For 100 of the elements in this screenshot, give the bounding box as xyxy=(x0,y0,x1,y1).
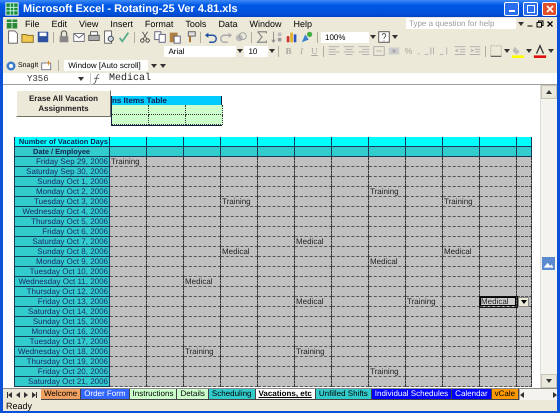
table-cell[interactable] xyxy=(221,177,258,187)
table-cell[interactable] xyxy=(184,327,221,337)
table-cell[interactable] xyxy=(443,187,480,197)
table-cell[interactable] xyxy=(406,217,443,227)
table-cell[interactable] xyxy=(406,187,443,197)
drawing-icon[interactable] xyxy=(300,30,314,44)
table-cell[interactable] xyxy=(406,357,443,367)
sheet-tab[interactable]: vCale xyxy=(492,389,520,400)
table-cell[interactable] xyxy=(295,227,332,237)
table-cell[interactable] xyxy=(258,157,295,167)
table-cell[interactable] xyxy=(110,247,147,257)
menu-item[interactable]: Edit xyxy=(46,18,72,28)
table-cell[interactable] xyxy=(110,297,147,307)
table-cell[interactable] xyxy=(443,337,480,347)
table-cell[interactable] xyxy=(258,327,295,337)
table-cell[interactable]: Training xyxy=(443,197,480,207)
table-cell[interactable] xyxy=(480,187,517,197)
table-cell[interactable] xyxy=(480,337,517,347)
font-field[interactable]: Arial xyxy=(164,46,236,56)
table-cell[interactable] xyxy=(406,377,443,387)
table-cell[interactable] xyxy=(369,207,406,217)
table-cell[interactable] xyxy=(517,167,532,177)
table-cell[interactable] xyxy=(443,287,480,297)
table-cell[interactable] xyxy=(295,377,332,387)
header-cell[interactable] xyxy=(221,147,258,157)
table-cell[interactable] xyxy=(480,247,517,257)
table-cell[interactable] xyxy=(295,327,332,337)
horizontal-scrollbar[interactable] xyxy=(519,389,557,400)
table-cell[interactable] xyxy=(184,357,221,367)
menu-item[interactable]: Tools xyxy=(180,18,212,28)
sheet-tab[interactable]: Order Form xyxy=(81,389,130,400)
table-cell[interactable] xyxy=(480,347,517,357)
table-cell[interactable] xyxy=(258,227,295,237)
table-cell[interactable] xyxy=(369,217,406,227)
table-cell[interactable] xyxy=(480,377,517,387)
table-cell[interactable] xyxy=(406,347,443,357)
table-cell[interactable] xyxy=(480,257,517,267)
table-cell[interactable] xyxy=(147,267,184,277)
header-cell[interactable] xyxy=(332,137,369,147)
previous-sheet-icon[interactable] xyxy=(16,392,20,398)
table-cell[interactable] xyxy=(110,367,147,377)
header-cell[interactable] xyxy=(406,137,443,147)
table-cell[interactable] xyxy=(110,307,147,317)
table-cell[interactable] xyxy=(443,317,480,327)
table-cell[interactable] xyxy=(221,347,258,357)
table-cell[interactable] xyxy=(258,307,295,317)
zoom-field[interactable]: 100% xyxy=(321,32,369,42)
table-cell[interactable] xyxy=(147,257,184,267)
table-cell[interactable] xyxy=(332,247,369,257)
table-cell[interactable] xyxy=(295,277,332,287)
table-cell[interactable] xyxy=(406,257,443,267)
table-cell[interactable] xyxy=(332,367,369,377)
table-cell[interactable] xyxy=(149,105,186,115)
table-cell[interactable] xyxy=(258,277,295,287)
sheet-tab[interactable]: Details xyxy=(177,389,209,400)
table-cell[interactable] xyxy=(258,347,295,357)
table-cell[interactable] xyxy=(221,337,258,347)
header-cell[interactable] xyxy=(110,137,147,147)
table-cell[interactable] xyxy=(517,197,532,207)
table-cell[interactable] xyxy=(406,207,443,217)
table-cell[interactable] xyxy=(258,177,295,187)
last-sheet-icon[interactable] xyxy=(32,392,37,398)
table-cell[interactable] xyxy=(258,367,295,377)
table-cell[interactable] xyxy=(147,207,184,217)
table-cell[interactable] xyxy=(147,317,184,327)
header-cell[interactable] xyxy=(221,137,258,147)
table-cell[interactable] xyxy=(443,347,480,357)
table-cell[interactable] xyxy=(184,217,221,227)
erase-vacations-button[interactable]: Erase All Vacation Assignments xyxy=(16,90,111,117)
table-cell[interactable] xyxy=(147,287,184,297)
table-cell[interactable] xyxy=(517,267,532,277)
table-cell[interactable] xyxy=(147,167,184,177)
dropdown-button[interactable] xyxy=(518,296,529,306)
table-cell[interactable] xyxy=(517,317,532,327)
table-cell[interactable] xyxy=(369,197,406,207)
caret-icon[interactable] xyxy=(370,34,376,40)
table-cell[interactable] xyxy=(110,217,147,227)
table-cell[interactable] xyxy=(332,237,369,247)
table-cell[interactable] xyxy=(147,347,184,357)
table-cell[interactable] xyxy=(369,377,406,387)
table-cell[interactable] xyxy=(332,307,369,317)
table-cell[interactable] xyxy=(406,227,443,237)
table-cell[interactable] xyxy=(295,267,332,277)
table-cell[interactable] xyxy=(369,307,406,317)
table-cell[interactable] xyxy=(406,307,443,317)
table-cell[interactable] xyxy=(184,287,221,297)
table-cell[interactable] xyxy=(443,277,480,287)
table-cell[interactable] xyxy=(147,217,184,227)
table-cell[interactable] xyxy=(221,357,258,367)
table-cell[interactable] xyxy=(258,267,295,277)
table-cell[interactable] xyxy=(332,377,369,387)
table-cell[interactable] xyxy=(110,347,147,357)
table-cell[interactable] xyxy=(184,207,221,217)
caret-icon[interactable] xyxy=(526,48,532,54)
header-cell[interactable] xyxy=(184,137,221,147)
table-cell[interactable] xyxy=(443,237,480,247)
table-cell[interactable] xyxy=(221,287,258,297)
table-cell[interactable] xyxy=(369,227,406,237)
table-cell[interactable] xyxy=(149,115,186,125)
header-cell[interactable] xyxy=(443,147,480,157)
